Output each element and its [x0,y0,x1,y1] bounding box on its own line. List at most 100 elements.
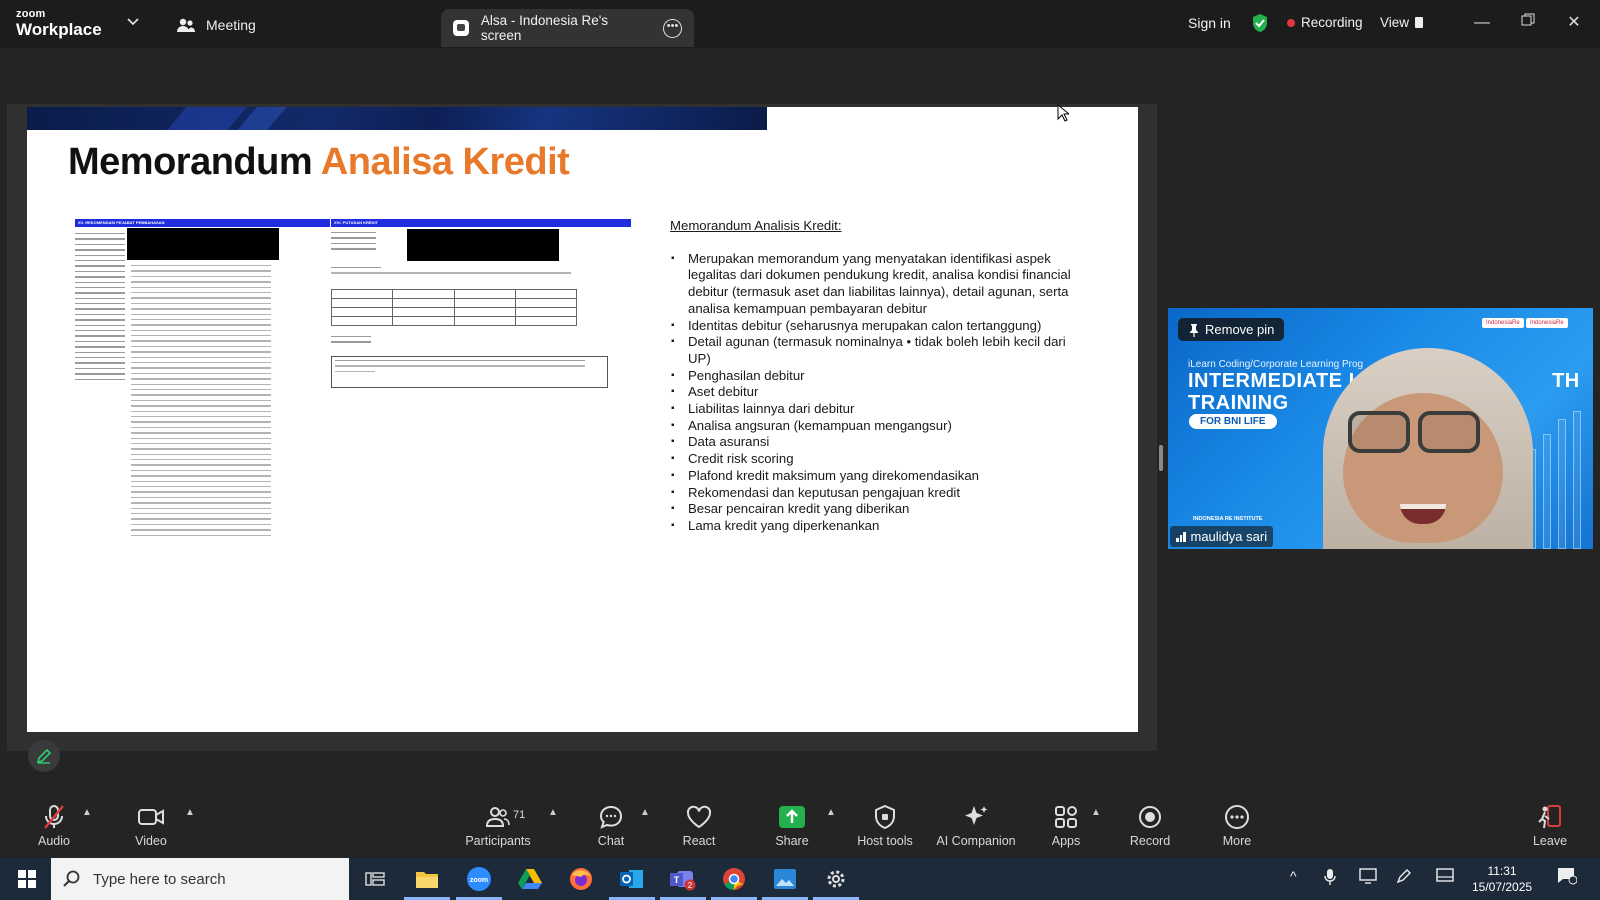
chevron-down-icon[interactable] [127,15,139,29]
tray-display-icon[interactable] [1359,868,1377,887]
apps-label: Apps [1051,834,1081,848]
react-label: React [682,834,716,848]
remove-pin-button[interactable]: Remove pin [1178,318,1285,341]
tray-chevron-up-icon[interactable]: ^ [1290,868,1297,884]
windows-start-icon[interactable] [12,864,42,894]
apps-button[interactable]: Apps [1048,802,1084,848]
glasses-left [1348,411,1410,453]
meeting-tab[interactable]: Meeting [176,14,256,36]
shield-icon [874,802,896,832]
tray-pen-icon[interactable] [1396,868,1412,887]
list-item: Analisa angsuran (kemampuan mengangsur) [670,418,1090,435]
task-view-icon[interactable] [360,864,390,894]
indonesiare-logo-left: IndonesiaRe [1482,318,1524,328]
close-icon[interactable]: ✕ [1562,12,1586,34]
share-button[interactable]: Share [773,802,811,848]
screen-share-tab[interactable]: Alsa - Indonesia Re's screen ••• [441,9,694,47]
view-label: View [1380,15,1410,30]
chrome-icon[interactable] [711,864,757,900]
video-bg-pill: FOR BNI LIFE [1189,414,1277,429]
more-dots-icon [1224,802,1250,832]
tray-microphone-icon[interactable] [1324,868,1336,889]
video-bg-title-line2: TRAINING [1188,392,1289,414]
recording-indicator[interactable]: Recording [1287,15,1363,30]
shared-slide: Memorandum Analisa Kredit XV. REKOMENDAS… [27,107,1138,732]
react-button[interactable]: React [680,802,718,848]
memo-title: Memorandum Analisis Kredit: [670,218,842,233]
screen-share-tab-label: Alsa - Indonesia Re's screen [480,13,609,43]
doc1-header: XV. REKOMENDASI PEJABAT PEMBAHASAN [75,219,330,227]
settings-gear-icon[interactable] [813,864,859,900]
share-screen-icon [453,20,469,36]
memo-list: Merupakan memorandum yang menyatakan ide… [670,251,1090,535]
list-item: Data asuransi [670,434,1090,451]
doc2-header: XVI. PUTUSAN KREDIT [331,219,631,227]
slide-title: Memorandum Analisa Kredit [68,141,570,184]
more-options-icon[interactable]: ••• [663,18,682,38]
list-item: Merupakan memorandum yang menyatakan ide… [670,251,1090,318]
signal-strength-icon [1176,531,1186,542]
ai-sparkle-icon [963,802,989,832]
leave-button[interactable]: Leave [1532,802,1568,848]
photos-app-icon[interactable] [762,864,808,900]
apps-options-caret-icon[interactable]: ▲ [1091,807,1101,818]
indonesia-re-institute-logo: INDONESIA RE INSTITUTE [1193,516,1263,522]
doc1-value-lines [131,265,271,540]
zoom-workplace-logo[interactable]: zoom Workplace [16,9,102,39]
participant-name-tag: maulidya sari [1170,526,1274,547]
credit-decision-document-image: XVI. PUTUSAN KREDIT [330,219,631,389]
tray-keyboard-icon[interactable] [1436,868,1454,885]
list-item: Rekomendasi dan keputusan pengajuan kred… [670,485,1090,502]
search-icon [63,870,80,887]
file-explorer-icon[interactable] [404,864,450,900]
chat-bubble-icon [599,802,623,832]
host-tools-label: Host tools [857,834,913,848]
doc2-label-lines [331,232,376,254]
list-item: Detail agunan (termasuk nominalnya • tid… [670,334,1090,367]
share-options-caret-icon[interactable]: ▲ [826,807,836,818]
slide-title-part1: Memorandum [68,141,313,183]
zoom-app-icon[interactable]: zoom [456,864,502,900]
sign-in-button[interactable]: Sign in [1188,15,1231,31]
remove-pin-label: Remove pin [1205,322,1275,337]
outlook-icon[interactable] [609,864,655,900]
participants-options-caret-icon[interactable]: ▲ [548,807,558,818]
list-item: Credit risk scoring [670,451,1090,468]
audio-options-caret-icon[interactable]: ▲ [82,807,92,818]
ai-companion-button[interactable]: AI Companion [931,802,1021,848]
list-item: Identitas debitur (seharusnya merupakan … [670,318,1090,335]
panel-resize-handle[interactable] [1159,445,1163,471]
taskbar-clock[interactable]: 11:31 15/07/2025 [1472,863,1532,895]
chat-button[interactable]: Chat [593,802,629,848]
microphone-muted-icon [42,802,66,832]
participants-icon [177,18,195,32]
view-button[interactable]: View [1380,15,1424,30]
firefox-icon[interactable] [566,864,596,894]
taskbar-search-box[interactable]: Type here to search [51,858,349,900]
video-label: Video [135,834,167,848]
restore-icon[interactable] [1516,12,1540,34]
video-options-caret-icon[interactable]: ▲ [185,807,195,818]
svg-text:T: T [674,875,680,885]
slide-title-part2: Analisa Kredit [320,141,570,183]
leave-label: Leave [1532,834,1568,848]
google-drive-icon[interactable] [515,864,545,894]
minimize-icon[interactable]: — [1470,12,1494,34]
participant-video-tile[interactable]: IndonesiaRe IndonesiaRe iLearn Coding/Co… [1168,308,1593,549]
audio-button[interactable]: Audio [36,802,72,848]
more-button[interactable]: More [1219,802,1255,848]
host-tools-button[interactable]: Host tools [856,802,914,848]
record-button[interactable]: Record [1130,802,1170,848]
list-item: Besar pencairan kredit yang diberikan [670,501,1090,518]
teams-icon[interactable]: T2 [660,864,706,900]
brand-main: Workplace [16,20,102,39]
annotate-pen-icon[interactable] [28,740,60,772]
redaction-block [407,229,559,261]
chat-options-caret-icon[interactable]: ▲ [640,807,650,818]
participants-label: Participants [465,834,531,848]
notification-center-icon[interactable] [1557,867,1578,888]
video-button[interactable]: Video [133,802,169,848]
security-shield-icon[interactable] [1251,13,1269,38]
search-placeholder: Type here to search [93,870,226,888]
memo-section: Memorandum Analisis Kredit: Merupakan me… [670,218,1090,535]
